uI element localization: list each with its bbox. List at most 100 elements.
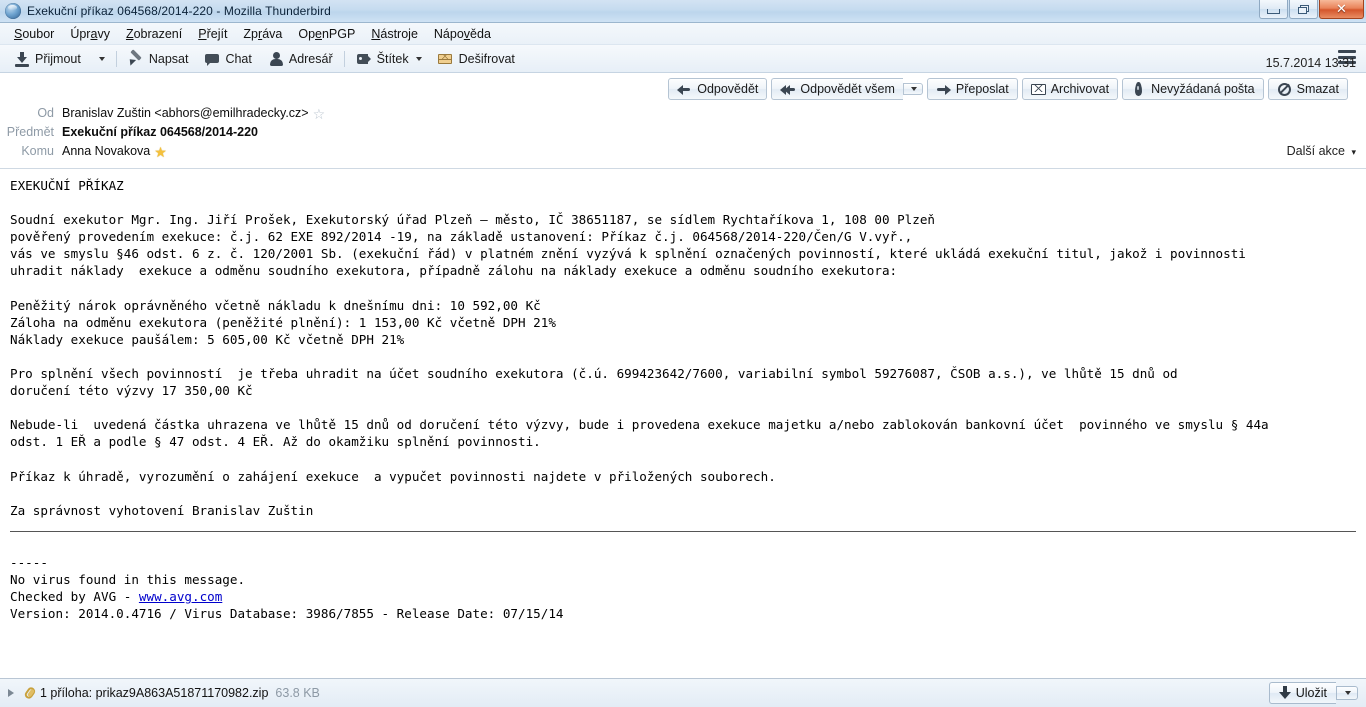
restore-button[interactable]	[1289, 0, 1318, 19]
more-actions-button[interactable]: Další akce ▾	[1287, 142, 1356, 162]
forward-arrow-icon	[936, 82, 951, 96]
pencil-icon	[128, 51, 144, 67]
paperclip-icon	[24, 686, 38, 700]
menu-openpgp[interactable]: OpenPGP	[290, 25, 363, 43]
chevron-down-icon	[910, 87, 917, 91]
menu-prejit[interactable]: Přejít	[190, 25, 235, 43]
menu-soubor[interactable]: Soubor	[6, 25, 62, 43]
from-label: Od	[37, 106, 54, 120]
delete-circle-icon	[1277, 82, 1292, 96]
reply-all-dropdown[interactable]	[902, 83, 923, 95]
header-row-to: Komu Anna Novakova ★ Další akce ▾	[0, 142, 1356, 161]
junk-button[interactable]: Nevyžádaná pošta	[1122, 78, 1264, 100]
toolbar-separator-2	[343, 50, 345, 67]
attachment-label[interactable]: 1 příloha: prikaz9A863A51871170982.zip	[40, 686, 268, 700]
body-paragraph-3: Nebude-li uvedená částka uhrazena ve lhů…	[10, 417, 1269, 450]
star-filled-icon[interactable]: ★	[154, 144, 167, 160]
menu-upravy[interactable]: Úpravy	[62, 25, 118, 43]
save-label: Uložit	[1295, 686, 1327, 700]
avg-link[interactable]: www.avg.com	[139, 589, 222, 604]
tag-label: Štítek	[376, 51, 409, 66]
header-row-subject: Předmět Exekuční příkaz 064568/2014-220 …	[0, 56, 1356, 142]
forward-button[interactable]: Přeposlat	[926, 78, 1018, 100]
to-value[interactable]: Anna Novakova	[62, 142, 150, 161]
chat-label: Chat	[225, 51, 252, 66]
virus-footer: ----- No virus found in this message. Ch…	[10, 554, 1356, 622]
decrypt-button[interactable]: Dešifrovat	[430, 48, 523, 70]
message-body: EXEKUČNÍ PŘÍKAZ Soudní exekutor Mgr. Ing…	[0, 169, 1366, 678]
save-attachment-group: Uložit	[1268, 682, 1358, 704]
to-label: Komu	[21, 144, 54, 158]
archive-button[interactable]: Archivovat	[1021, 78, 1119, 100]
delete-label: Smazat	[1296, 82, 1339, 96]
star-outline-icon[interactable]: ☆	[313, 106, 326, 122]
message-date: 15.7.2014 13:31	[1265, 56, 1356, 70]
chevron-down-icon	[415, 56, 422, 61]
body-heading: EXEKUČNÍ PŘÍKAZ	[10, 178, 124, 193]
forward-label: Přeposlat	[955, 82, 1009, 96]
body-paragraph-1: Soudní exekutor Mgr. Ing. Jiří Prošek, E…	[10, 212, 1246, 279]
download-arrow-icon	[1278, 686, 1291, 700]
close-button[interactable]: ✕	[1319, 0, 1364, 19]
chevron-down-icon	[98, 56, 105, 61]
message-action-bar: Odpovědět Odpovědět všem Přeposlat Archi…	[0, 78, 1356, 104]
save-attachment-button[interactable]: Uložit	[1268, 682, 1336, 704]
junk-flame-icon	[1131, 82, 1146, 96]
chat-button[interactable]: Chat	[196, 48, 259, 70]
body-signature: Za správnost vyhotovení Branislav Zuštin	[10, 502, 314, 518]
get-mail-button[interactable]: Přijmout	[6, 48, 89, 70]
subject-label: Předmět	[6, 125, 54, 139]
close-icon: ✕	[1336, 1, 1347, 17]
footer-dashes: -----	[10, 554, 48, 570]
delete-button[interactable]: Smazat	[1267, 78, 1348, 100]
archive-label: Archivovat	[1050, 82, 1110, 96]
menu-nastroje[interactable]: Nástroje	[363, 25, 426, 43]
write-button[interactable]: Napsat	[120, 48, 197, 70]
reply-arrow-icon	[677, 82, 692, 96]
reply-button[interactable]: Odpovědět	[668, 78, 768, 100]
more-actions-label: Další akce	[1286, 144, 1345, 158]
attachment-bar: 1 příloha: prikaz9A863A51871170982.zip 6…	[0, 678, 1366, 707]
footer-line-3: Version: 2014.0.4716 / Virus Database: 3…	[10, 606, 564, 622]
write-label: Napsat	[148, 51, 189, 66]
footer-line-1: No virus found in this message.	[10, 571, 246, 587]
chevron-down-icon	[1345, 691, 1351, 695]
toolbar-separator	[115, 50, 117, 67]
window-controls: ✕	[1258, 0, 1364, 19]
thunderbird-icon	[5, 3, 21, 19]
address-book-button[interactable]: Adresář	[260, 48, 341, 70]
tag-icon	[356, 51, 372, 67]
expand-triangle-icon[interactable]	[8, 689, 14, 697]
reply-label: Odpovědět	[697, 82, 759, 96]
attachment-size: 63.8 KB	[275, 686, 320, 700]
chat-bubble-icon	[204, 51, 220, 67]
download-mail-icon	[14, 51, 30, 67]
minimize-button[interactable]	[1259, 0, 1288, 19]
reply-all-arrow-icon	[780, 82, 796, 96]
decrypt-label: Dešifrovat	[458, 51, 515, 66]
menu-bar: Soubor Úpravy Zobrazení Přejít Zpráva Op…	[0, 23, 1366, 45]
restore-icon	[1298, 4, 1309, 14]
address-book-label: Adresář	[288, 51, 333, 66]
menu-zobrazeni[interactable]: Zobrazení	[118, 25, 190, 43]
message-header: Odpovědět Odpovědět všem Přeposlat Archi…	[0, 56, 1366, 169]
body-amounts: Peněžitý nárok oprávněného včetně náklad…	[10, 297, 556, 347]
chevron-down-icon: ▾	[1351, 147, 1356, 157]
menu-napoveda[interactable]: Nápověda	[426, 25, 499, 43]
from-value[interactable]: Branislav Zuštin <abhors@emilhradecky.cz…	[62, 104, 309, 123]
footer-line-2-prefix: Checked by AVG -	[10, 589, 139, 605]
tag-button[interactable]: Štítek	[348, 48, 430, 70]
title-bar: Exekuční příkaz 064568/2014-220 - Mozill…	[0, 0, 1366, 23]
minimize-icon	[1267, 8, 1280, 14]
thunderbird-window: Exekuční příkaz 064568/2014-220 - Mozill…	[0, 0, 1366, 707]
get-mail-dropdown[interactable]	[89, 54, 113, 64]
body-paragraph-4: Příkaz k úhradě, vyrozumění o zahájení e…	[10, 468, 776, 484]
body-paragraph-2: Pro splnění všech povinností je třeba uh…	[10, 366, 1178, 399]
junk-label: Nevyžádaná pošta	[1151, 82, 1255, 96]
decrypt-envelope-icon	[437, 51, 454, 67]
message-text: EXEKUČNÍ PŘÍKAZ Soudní exekutor Mgr. Ing…	[10, 177, 1356, 519]
save-attachment-dropdown[interactable]	[1336, 686, 1358, 700]
header-row-from: Od Branislav Zuštin <abhors@emilhradecky…	[0, 104, 1356, 123]
menu-zprava[interactable]: Zpráva	[235, 25, 290, 43]
reply-all-button[interactable]: Odpovědět všem	[771, 78, 903, 100]
